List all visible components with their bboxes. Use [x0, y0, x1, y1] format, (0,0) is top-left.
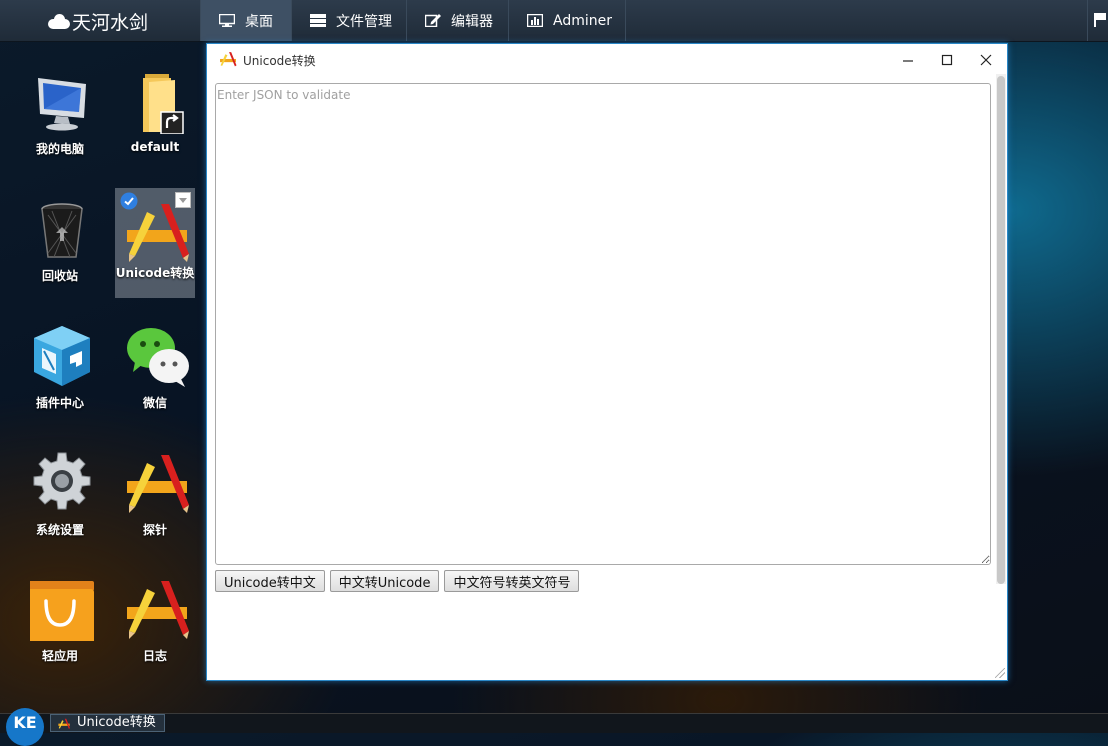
shopping-bag-icon — [30, 581, 94, 641]
unicode-to-chinese-button[interactable]: Unicode转中文 — [215, 570, 325, 592]
desktop-icon-default[interactable]: default — [115, 58, 195, 168]
tab-label: 桌面 — [245, 13, 273, 30]
logo-text: 天河水剑 — [72, 11, 149, 34]
logo[interactable]: 天河水剑 — [48, 8, 148, 34]
desktop-icon-plugin-center[interactable]: 插件中心 — [20, 312, 100, 422]
desktop-icon-recycle-bin[interactable]: 回收站 — [20, 185, 100, 295]
window-scrollbar[interactable] — [996, 74, 1006, 584]
minimize-icon — [903, 60, 913, 62]
desktop-icon-label: 日志 — [142, 649, 167, 663]
tab-file-manager[interactable]: 文件管理 — [291, 0, 406, 41]
desktop-icon-label: default — [130, 140, 180, 154]
plugin-box-icon — [34, 326, 90, 386]
desktop-icon-unicode-convert[interactable]: Unicode转换 — [115, 188, 195, 298]
chinese-to-unicode-button[interactable]: 中文转Unicode — [329, 570, 440, 592]
computer-icon — [38, 78, 86, 131]
resize-grip-icon[interactable] — [995, 668, 1005, 678]
flag-icon[interactable] — [1087, 0, 1108, 41]
close-icon — [980, 54, 992, 66]
monitor-icon — [218, 13, 236, 27]
wechat-icon — [127, 328, 189, 387]
desktop-icon-label: 我的电脑 — [35, 142, 84, 156]
start-button[interactable]: KE — [6, 708, 44, 746]
desktop-icon-log[interactable]: 日志 — [115, 565, 195, 675]
json-input-textarea[interactable] — [215, 83, 991, 565]
edit-icon — [424, 14, 441, 28]
app-pencil-ruler-icon — [127, 204, 189, 262]
window-titlebar[interactable]: Unicode转换 — [207, 44, 1007, 76]
maximize-icon — [941, 54, 953, 66]
tab-desktop[interactable]: 桌面 — [200, 0, 291, 41]
chinese-punct-to-english-button[interactable]: 中文符号转英文符号 — [444, 570, 580, 592]
chart-icon — [526, 13, 544, 28]
tab-label: 编辑器 — [451, 13, 493, 30]
folder-shortcut-icon — [143, 74, 184, 134]
tab-editor[interactable]: 编辑器 — [406, 0, 508, 41]
taskbar-item-unicode-convert[interactable]: Unicode转换 — [50, 714, 165, 732]
desktop-icon-label: 探针 — [142, 523, 167, 537]
close-button[interactable] — [971, 50, 1001, 70]
taskbar — [0, 713, 1108, 733]
tab-label: Adminer — [553, 12, 612, 29]
window-title: Unicode转换 — [243, 54, 316, 68]
top-bar: 天河水剑 桌面 文件管理 编辑器 Adminer — [0, 0, 1108, 42]
maximize-button[interactable] — [932, 50, 962, 70]
app-pencil-ruler-icon — [58, 718, 70, 729]
recycle-bin-icon — [41, 203, 83, 258]
desktop-icon-my-computer[interactable]: 我的电脑 — [20, 58, 100, 168]
desktop-icon-probe[interactable]: 探针 — [115, 439, 195, 549]
desktop-icon-label: 插件中心 — [35, 396, 84, 410]
folder-drive-icon — [310, 14, 326, 27]
minimize-button[interactable] — [893, 50, 923, 70]
desktop-icon-label: 轻应用 — [41, 649, 78, 663]
taskbar-item-label: Unicode转换 — [77, 715, 156, 730]
desktop-icon-label: 微信 — [142, 396, 167, 410]
cloud-icon — [48, 14, 70, 29]
tab-label: 文件管理 — [336, 13, 392, 30]
app-pencil-ruler-icon — [127, 581, 189, 639]
app-pencil-ruler-icon — [220, 52, 237, 67]
unicode-convert-window: Unicode转换 Unicode转中文 中文转Unicode 中文符号转英文符… — [206, 43, 1008, 681]
scrollbar-thumb[interactable] — [997, 76, 1005, 584]
action-button-row: Unicode转中文 中文转Unicode 中文符号转英文符号 — [215, 570, 580, 592]
desktop-icon-label: 系统设置 — [35, 523, 84, 537]
desktop-icon-label: Unicode转换 — [115, 266, 195, 280]
desktop-icon-light-app[interactable]: 轻应用 — [20, 565, 100, 675]
desktop-icon-wechat[interactable]: 微信 — [115, 312, 195, 422]
desktop-icon-system-settings[interactable]: 系统设置 — [20, 439, 100, 549]
gear-icon — [33, 452, 91, 510]
tab-adminer[interactable]: Adminer — [508, 0, 626, 41]
app-pencil-ruler-icon — [127, 455, 189, 513]
desktop-icon-label: 回收站 — [41, 269, 78, 283]
